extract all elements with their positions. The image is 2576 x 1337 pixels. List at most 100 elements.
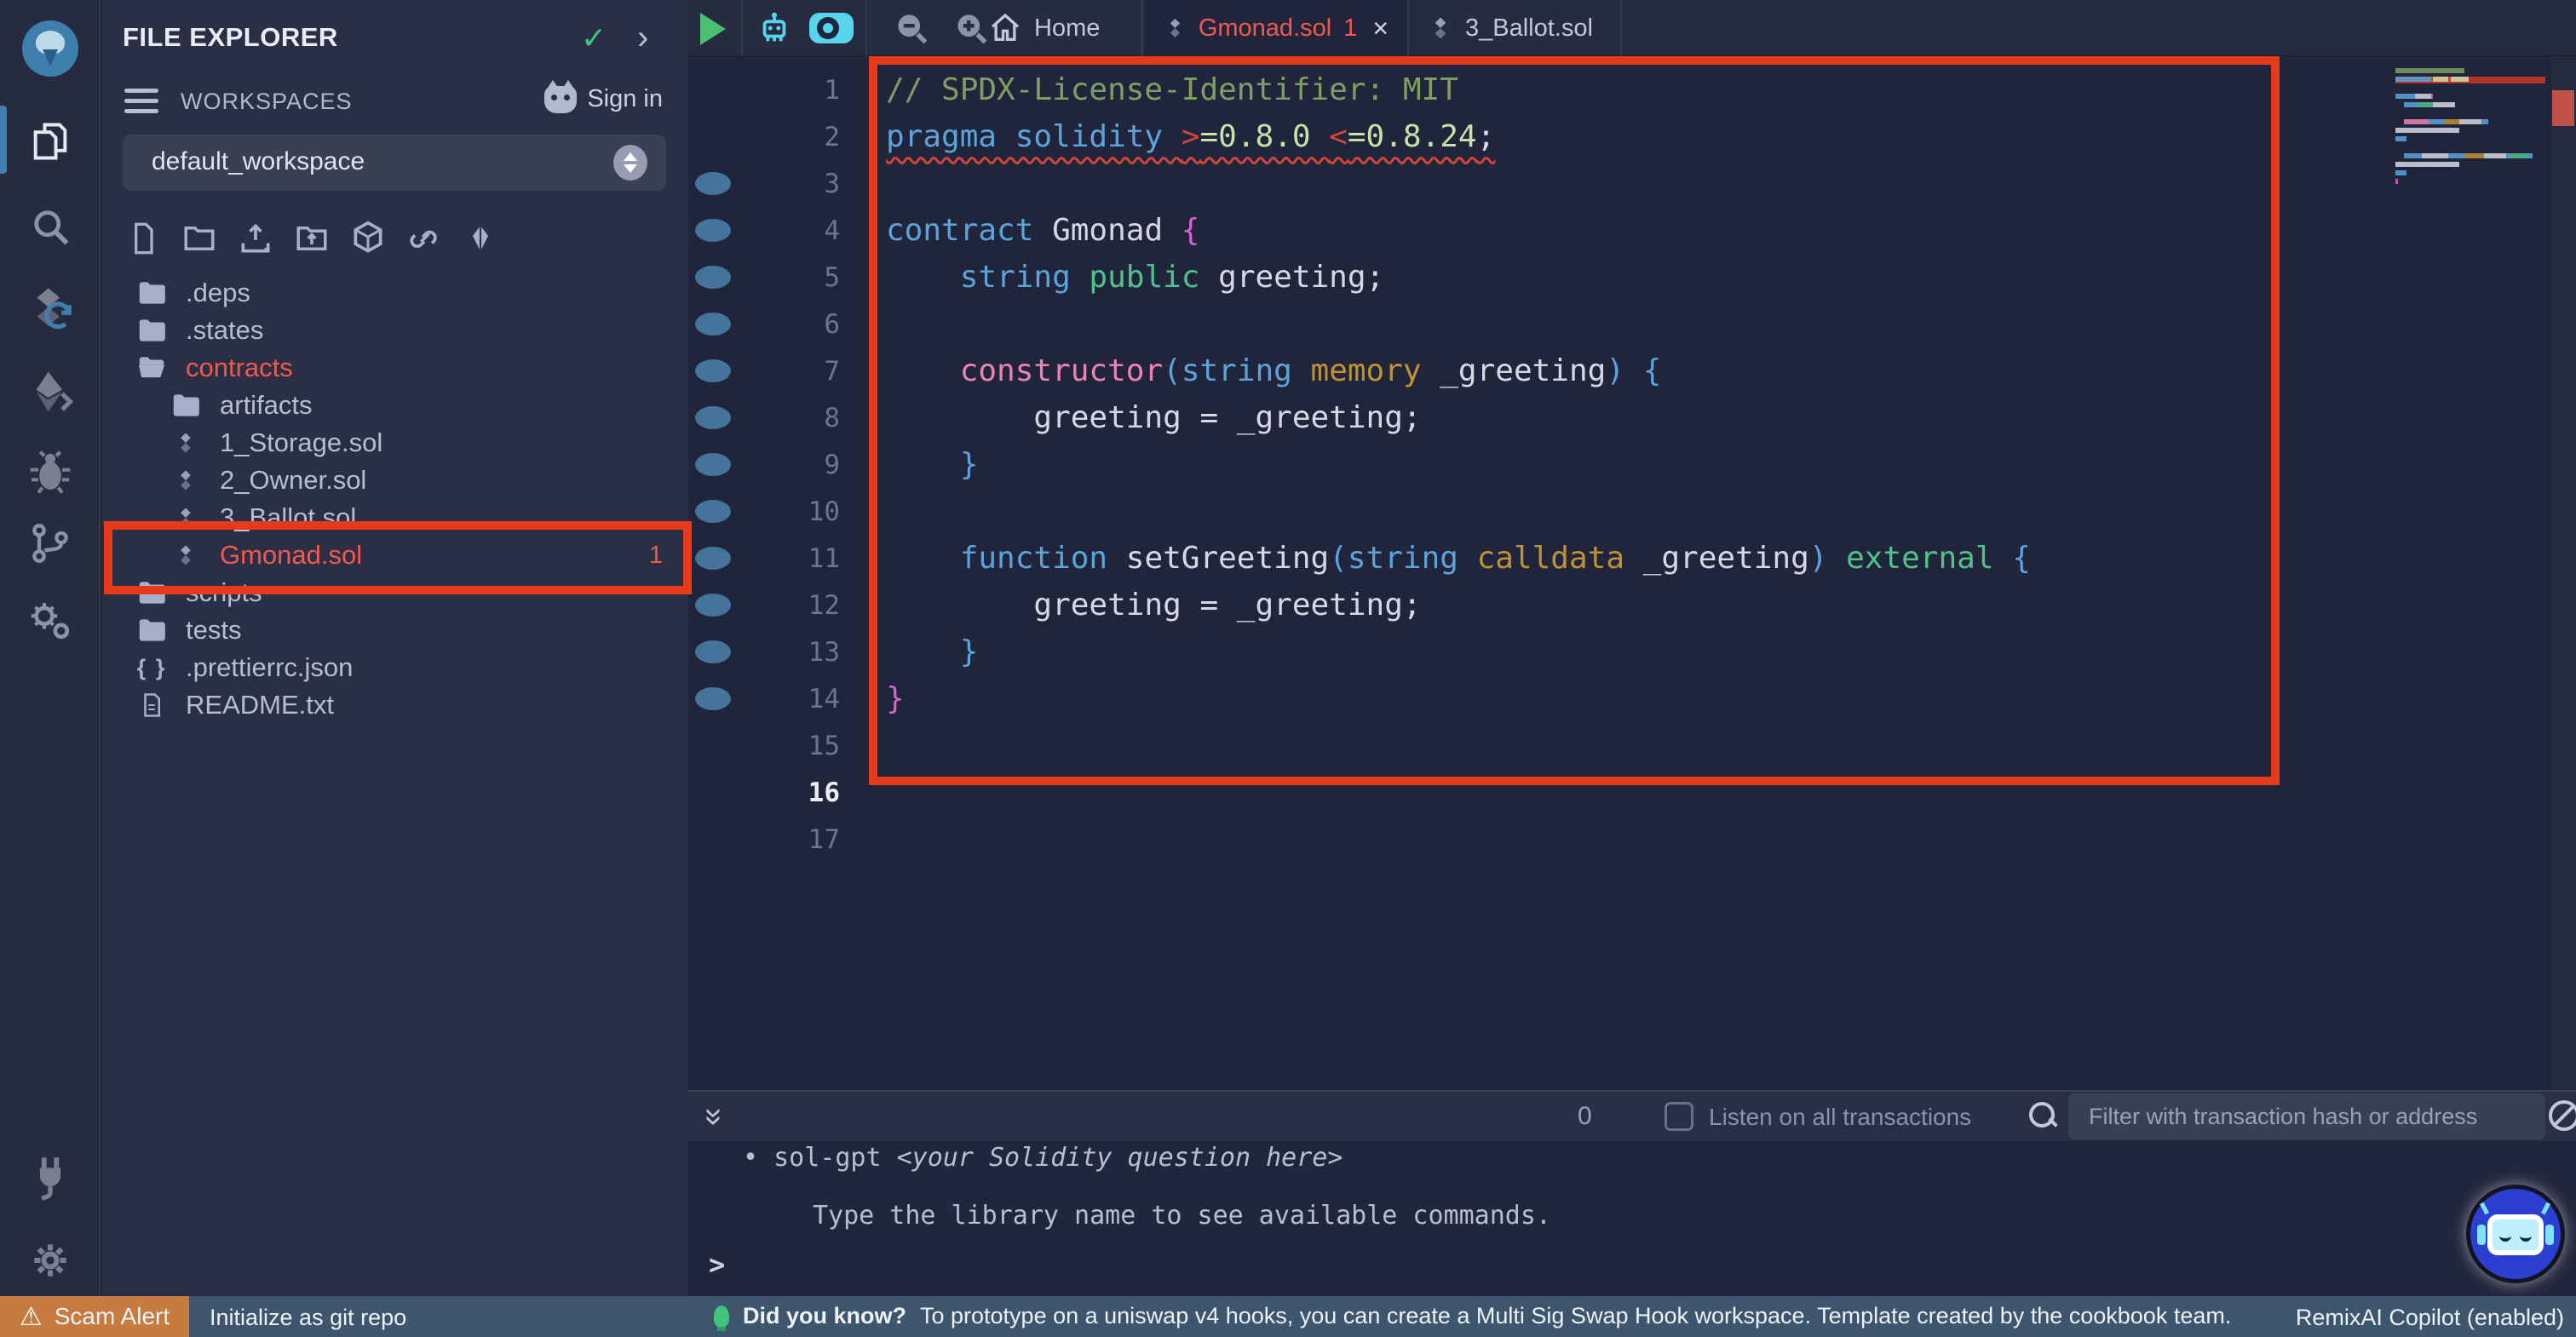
minimap-line xyxy=(2395,111,2545,118)
tree-row[interactable]: { } .states xyxy=(102,312,688,349)
publish-gist-button[interactable] xyxy=(405,220,443,257)
rail-item-search[interactable] xyxy=(0,204,101,249)
tree-row[interactable]: { } tests xyxy=(102,611,688,649)
tree-row[interactable]: { } Gmonad.sol 1 xyxy=(102,537,688,574)
code-line[interactable]: 10 xyxy=(688,488,2307,535)
upload-folder-button[interactable] xyxy=(293,220,331,257)
line-number[interactable]: 1 xyxy=(688,75,840,106)
rail-item-debugger[interactable] xyxy=(0,448,101,496)
remix-logo[interactable] xyxy=(0,20,101,77)
tree-row[interactable]: { } .deps xyxy=(102,274,688,312)
minimap-line xyxy=(2395,68,2545,75)
new-folder-button[interactable] xyxy=(181,220,218,257)
terminal-prompt[interactable]: > xyxy=(709,1248,725,1281)
tab-home[interactable]: Home xyxy=(973,0,1143,56)
minimap-line xyxy=(2395,170,2545,177)
git-init-button[interactable]: Initialize as git repo xyxy=(210,1305,406,1331)
scam-alert-button[interactable]: ⚠ Scam Alert xyxy=(0,1296,189,1337)
gutter-dot-icon xyxy=(695,453,731,476)
file-name: Gmonad.sol xyxy=(220,540,362,571)
code-line[interactable]: 11 function setGreeting(string calldata … xyxy=(688,535,2307,582)
tab-ballot[interactable]: 3_Ballot.sol xyxy=(1409,0,1622,56)
rail-item-plugin-manager[interactable] xyxy=(0,596,101,644)
rail-item-settings[interactable] xyxy=(0,1237,101,1284)
rail-item-deploy-and-run[interactable] xyxy=(0,368,101,416)
clear-console-icon[interactable] xyxy=(2549,1100,2576,1131)
tree-row[interactable]: { } README.txt xyxy=(102,686,688,724)
workspace-stepper-icon[interactable] xyxy=(613,145,647,181)
minimap-line xyxy=(2395,94,2545,100)
copilot-toggle[interactable] xyxy=(809,13,854,43)
sign-in-button[interactable]: Sign in xyxy=(544,85,663,113)
folder-icon xyxy=(135,277,169,309)
chevron-right-icon[interactable]: › xyxy=(637,19,648,57)
upload-file-button[interactable] xyxy=(237,220,274,257)
gutter-dot-icon xyxy=(695,313,731,336)
line-content: constructor(string memory _greeting) { xyxy=(886,353,1661,388)
code-line[interactable]: 13 } xyxy=(688,628,2307,675)
code-line[interactable]: 7 constructor(string memory _greeting) { xyxy=(688,347,2307,394)
folder-icon xyxy=(135,314,169,347)
code-line[interactable]: 12 greeting = _greeting; xyxy=(688,582,2307,628)
code-line[interactable]: 4 contract Gmonad { xyxy=(688,207,2307,254)
tree-row[interactable]: { } 1_Storage.sol xyxy=(102,424,688,462)
terminal-header: » 0 Listen on all transactions xyxy=(688,1090,2576,1141)
tab-close-icon[interactable]: × xyxy=(1372,13,1389,44)
code-line[interactable]: 1 // SPDX-License-Identifier: MIT xyxy=(688,66,2307,113)
workspaces-menu-icon[interactable] xyxy=(124,89,158,119)
code-line[interactable]: 6 xyxy=(688,301,2307,347)
code-editor[interactable]: 1 // SPDX-License-Identifier: MIT 2 prag… xyxy=(688,56,2576,1090)
code-line[interactable]: 14 } xyxy=(688,675,2307,722)
terminal-collapse-icon[interactable]: » xyxy=(696,1108,733,1126)
tree-row[interactable]: { } scripts xyxy=(102,574,688,611)
code-line[interactable]: 8 greeting = _greeting; xyxy=(688,394,2307,441)
tree-row[interactable]: { } contracts xyxy=(102,349,688,387)
error-count-badge: 1 xyxy=(649,542,663,570)
minimap-line xyxy=(2395,128,2545,135)
minimap[interactable] xyxy=(2395,68,2545,213)
flattener-button[interactable] xyxy=(462,220,499,257)
rail-item-solidity-compiler[interactable] xyxy=(0,284,101,337)
line-number[interactable]: 2 xyxy=(688,122,840,152)
terminal-search-icon[interactable] xyxy=(2027,1100,2060,1133)
code-line[interactable]: 9 } xyxy=(688,441,2307,488)
code-line[interactable]: 5 string public greeting; xyxy=(688,254,2307,301)
line-number[interactable]: 16 xyxy=(688,778,840,808)
editor-scrollbar[interactable] xyxy=(2550,56,2576,1090)
code-line[interactable]: 17 xyxy=(688,816,2307,863)
solidity-file-icon xyxy=(169,506,203,530)
rail-item-git[interactable] xyxy=(0,521,101,565)
file-explorer-toolbar xyxy=(124,220,499,257)
tab-gmonad[interactable]: Gmonad.sol 1 × xyxy=(1145,0,1409,56)
publish-ipfs-button[interactable] xyxy=(349,220,387,257)
file-name: tests xyxy=(186,615,241,646)
code-line[interactable]: 2 pragma solidity >=0.8.0 <=0.8.24; xyxy=(688,113,2307,160)
panel-title: FILE EXPLORER xyxy=(123,22,338,53)
tree-row[interactable]: { } artifacts xyxy=(102,387,688,424)
run-script-button[interactable] xyxy=(700,13,726,45)
folder-icon xyxy=(135,577,169,609)
code-line[interactable]: 16 xyxy=(688,769,2307,816)
line-number[interactable]: 17 xyxy=(688,824,840,855)
warning-icon: ⚠ xyxy=(20,1302,43,1332)
zoom-out-icon[interactable] xyxy=(893,9,930,47)
rail-item-plugins[interactable] xyxy=(0,1151,101,1201)
code-line[interactable]: 15 xyxy=(688,722,2307,769)
file-explorer-header: FILE EXPLORER ✓ › xyxy=(102,0,688,75)
transaction-filter-input[interactable] xyxy=(2068,1093,2545,1139)
tree-row[interactable]: { } 3_Ballot.sol xyxy=(102,499,688,537)
line-number[interactable]: 15 xyxy=(688,731,840,761)
line-content: greeting = _greeting; xyxy=(886,588,1422,623)
workspace-select[interactable]: default_workspace xyxy=(123,135,666,191)
check-icon[interactable]: ✓ xyxy=(581,20,607,56)
tree-row[interactable]: { } 2_Owner.sol xyxy=(102,462,688,499)
tab-home-label: Home xyxy=(1034,14,1100,43)
terminal[interactable]: • sol-gpt <your Solidity question here> … xyxy=(688,1141,2576,1296)
code-line[interactable]: 3 xyxy=(688,160,2307,207)
listen-checkbox[interactable] xyxy=(1665,1102,1693,1131)
rail-item-file-explorer[interactable] xyxy=(0,119,101,164)
new-file-button[interactable] xyxy=(124,220,162,257)
remix-ai-assistant-button[interactable] xyxy=(2470,1189,2561,1279)
ai-robot-icon[interactable] xyxy=(755,9,794,48)
tree-row[interactable]: { } .prettierrc.json xyxy=(102,649,688,686)
